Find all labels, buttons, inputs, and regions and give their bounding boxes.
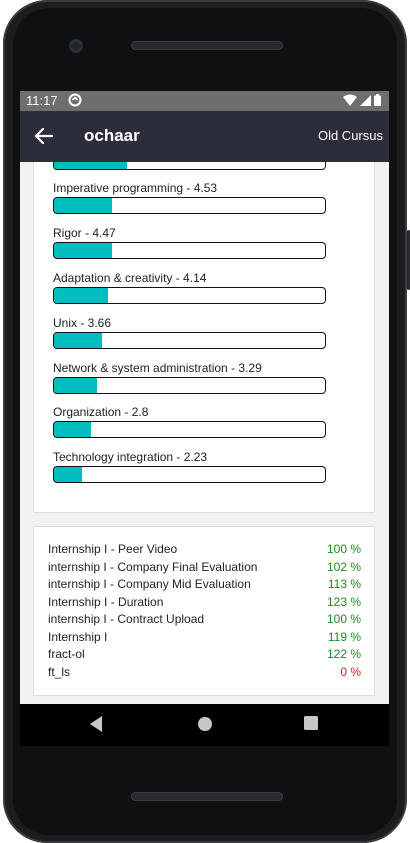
skill-bar-fill <box>54 288 109 303</box>
status-time: 11:17 <box>26 93 58 108</box>
bottom-speaker <box>131 792 283 801</box>
skill-bar-fill <box>54 243 113 258</box>
skill-bar <box>53 421 326 438</box>
project-row[interactable]: internship I - Company Final Evaluation … <box>48 559 361 576</box>
project-name: Internship I - Duration <box>48 594 164 609</box>
skill-item: Organization - 2.8 <box>53 404 328 438</box>
project-row[interactable]: internship I - Company Mid Evaluation 11… <box>48 576 361 593</box>
skill-item: Imperative programming - 4.53 <box>53 180 328 214</box>
projects-card: Internship I - Peer Video 100 % internsh… <box>33 526 375 696</box>
status-bar: 11:17 <box>20 91 389 111</box>
skill-label: Technology integration - 2.23 <box>53 450 208 464</box>
skill-item <box>53 162 328 170</box>
skill-bar <box>53 162 326 170</box>
project-name: internship I - Company Final Evaluation <box>48 559 258 574</box>
skill-bar-fill <box>54 422 91 437</box>
project-row[interactable]: ft_ls 0 % <box>48 664 361 681</box>
page-title: ochaar <box>84 126 140 145</box>
skill-bar-fill <box>54 198 113 213</box>
project-row[interactable]: Internship I - Peer Video 100 % <box>48 541 361 558</box>
project-score: 113 % <box>327 577 361 591</box>
app-bar: ochaar Old Cursus <box>20 111 389 162</box>
system-nav-bar <box>20 704 389 746</box>
skill-bar <box>53 287 326 304</box>
skill-bar-fill <box>54 162 128 169</box>
project-score: 119 % <box>327 629 361 644</box>
project-name: internship I - Contract Upload <box>48 612 205 626</box>
battery-icon <box>374 94 381 106</box>
skill-label: Organization - 2.8 <box>53 405 149 419</box>
skill-label: Rigor - 4.47 <box>53 226 116 240</box>
project-row[interactable]: fract-ol 122 % <box>48 646 361 663</box>
project-score: 100 % <box>326 612 361 626</box>
skill-item: Unix - 3.66 <box>53 315 328 349</box>
skill-bar-fill <box>54 333 103 348</box>
project-name: Internship I <box>48 629 108 644</box>
project-name: ft_ls <box>48 664 71 679</box>
home-circle-icon[interactable] <box>196 715 214 733</box>
skill-bar <box>53 197 326 214</box>
status-icons <box>343 94 381 106</box>
back-triangle-icon[interactable] <box>88 715 104 733</box>
project-score: 0 % <box>340 664 361 679</box>
skill-item: Technology integration - 2.23 <box>53 449 328 483</box>
skills-card: Imperative programming - 4.53 Rigor - 4.… <box>33 162 375 513</box>
skill-bar <box>53 377 326 394</box>
wifi-icon <box>343 94 357 106</box>
skill-item: Rigor - 4.47 <box>53 225 328 259</box>
project-row[interactable]: Internship I 119 % <box>48 629 361 646</box>
project-row[interactable]: internship I - Contract Upload 100 % <box>48 611 361 628</box>
skill-item: Network & system administration - 3.29 <box>53 360 328 394</box>
skill-bar <box>53 466 326 483</box>
skill-label: Imperative programming - 4.53 <box>53 181 218 195</box>
arrow-left-icon[interactable] <box>34 126 54 146</box>
signal-icon <box>360 94 371 106</box>
screen: 11:17 ochaar Old Cursus Imperative progr… <box>20 91 389 704</box>
project-name: fract-ol <box>48 647 85 661</box>
notification-icon <box>68 93 82 107</box>
skill-label: Unix - 3.66 <box>53 316 112 330</box>
project-score: 100 % <box>326 542 361 556</box>
project-score: 123 % <box>326 594 361 609</box>
front-camera <box>69 39 83 53</box>
project-score: 122 % <box>326 647 361 661</box>
project-name: internship I - Company Mid Evaluation <box>48 577 251 591</box>
skill-bar <box>53 242 326 259</box>
content-scroll[interactable]: Imperative programming - 4.53 Rigor - 4.… <box>20 162 389 704</box>
project-score: 102 % <box>326 559 361 574</box>
project-row[interactable]: Internship I - Duration 123 % <box>48 594 361 611</box>
skill-bar <box>53 332 326 349</box>
skill-label: Network & system administration - 3.29 <box>53 361 262 375</box>
recents-square-icon[interactable] <box>303 715 319 731</box>
earpiece-speaker <box>131 41 283 50</box>
skill-bar-fill <box>54 378 98 393</box>
skill-bar-fill <box>54 467 83 482</box>
project-name: Internship I - Peer Video <box>48 542 178 556</box>
old-cursus-button[interactable]: Old Cursus <box>318 128 383 143</box>
skill-label: Adaptation & creativity - 4.14 <box>53 271 207 285</box>
skill-item: Adaptation & creativity - 4.14 <box>53 270 328 304</box>
